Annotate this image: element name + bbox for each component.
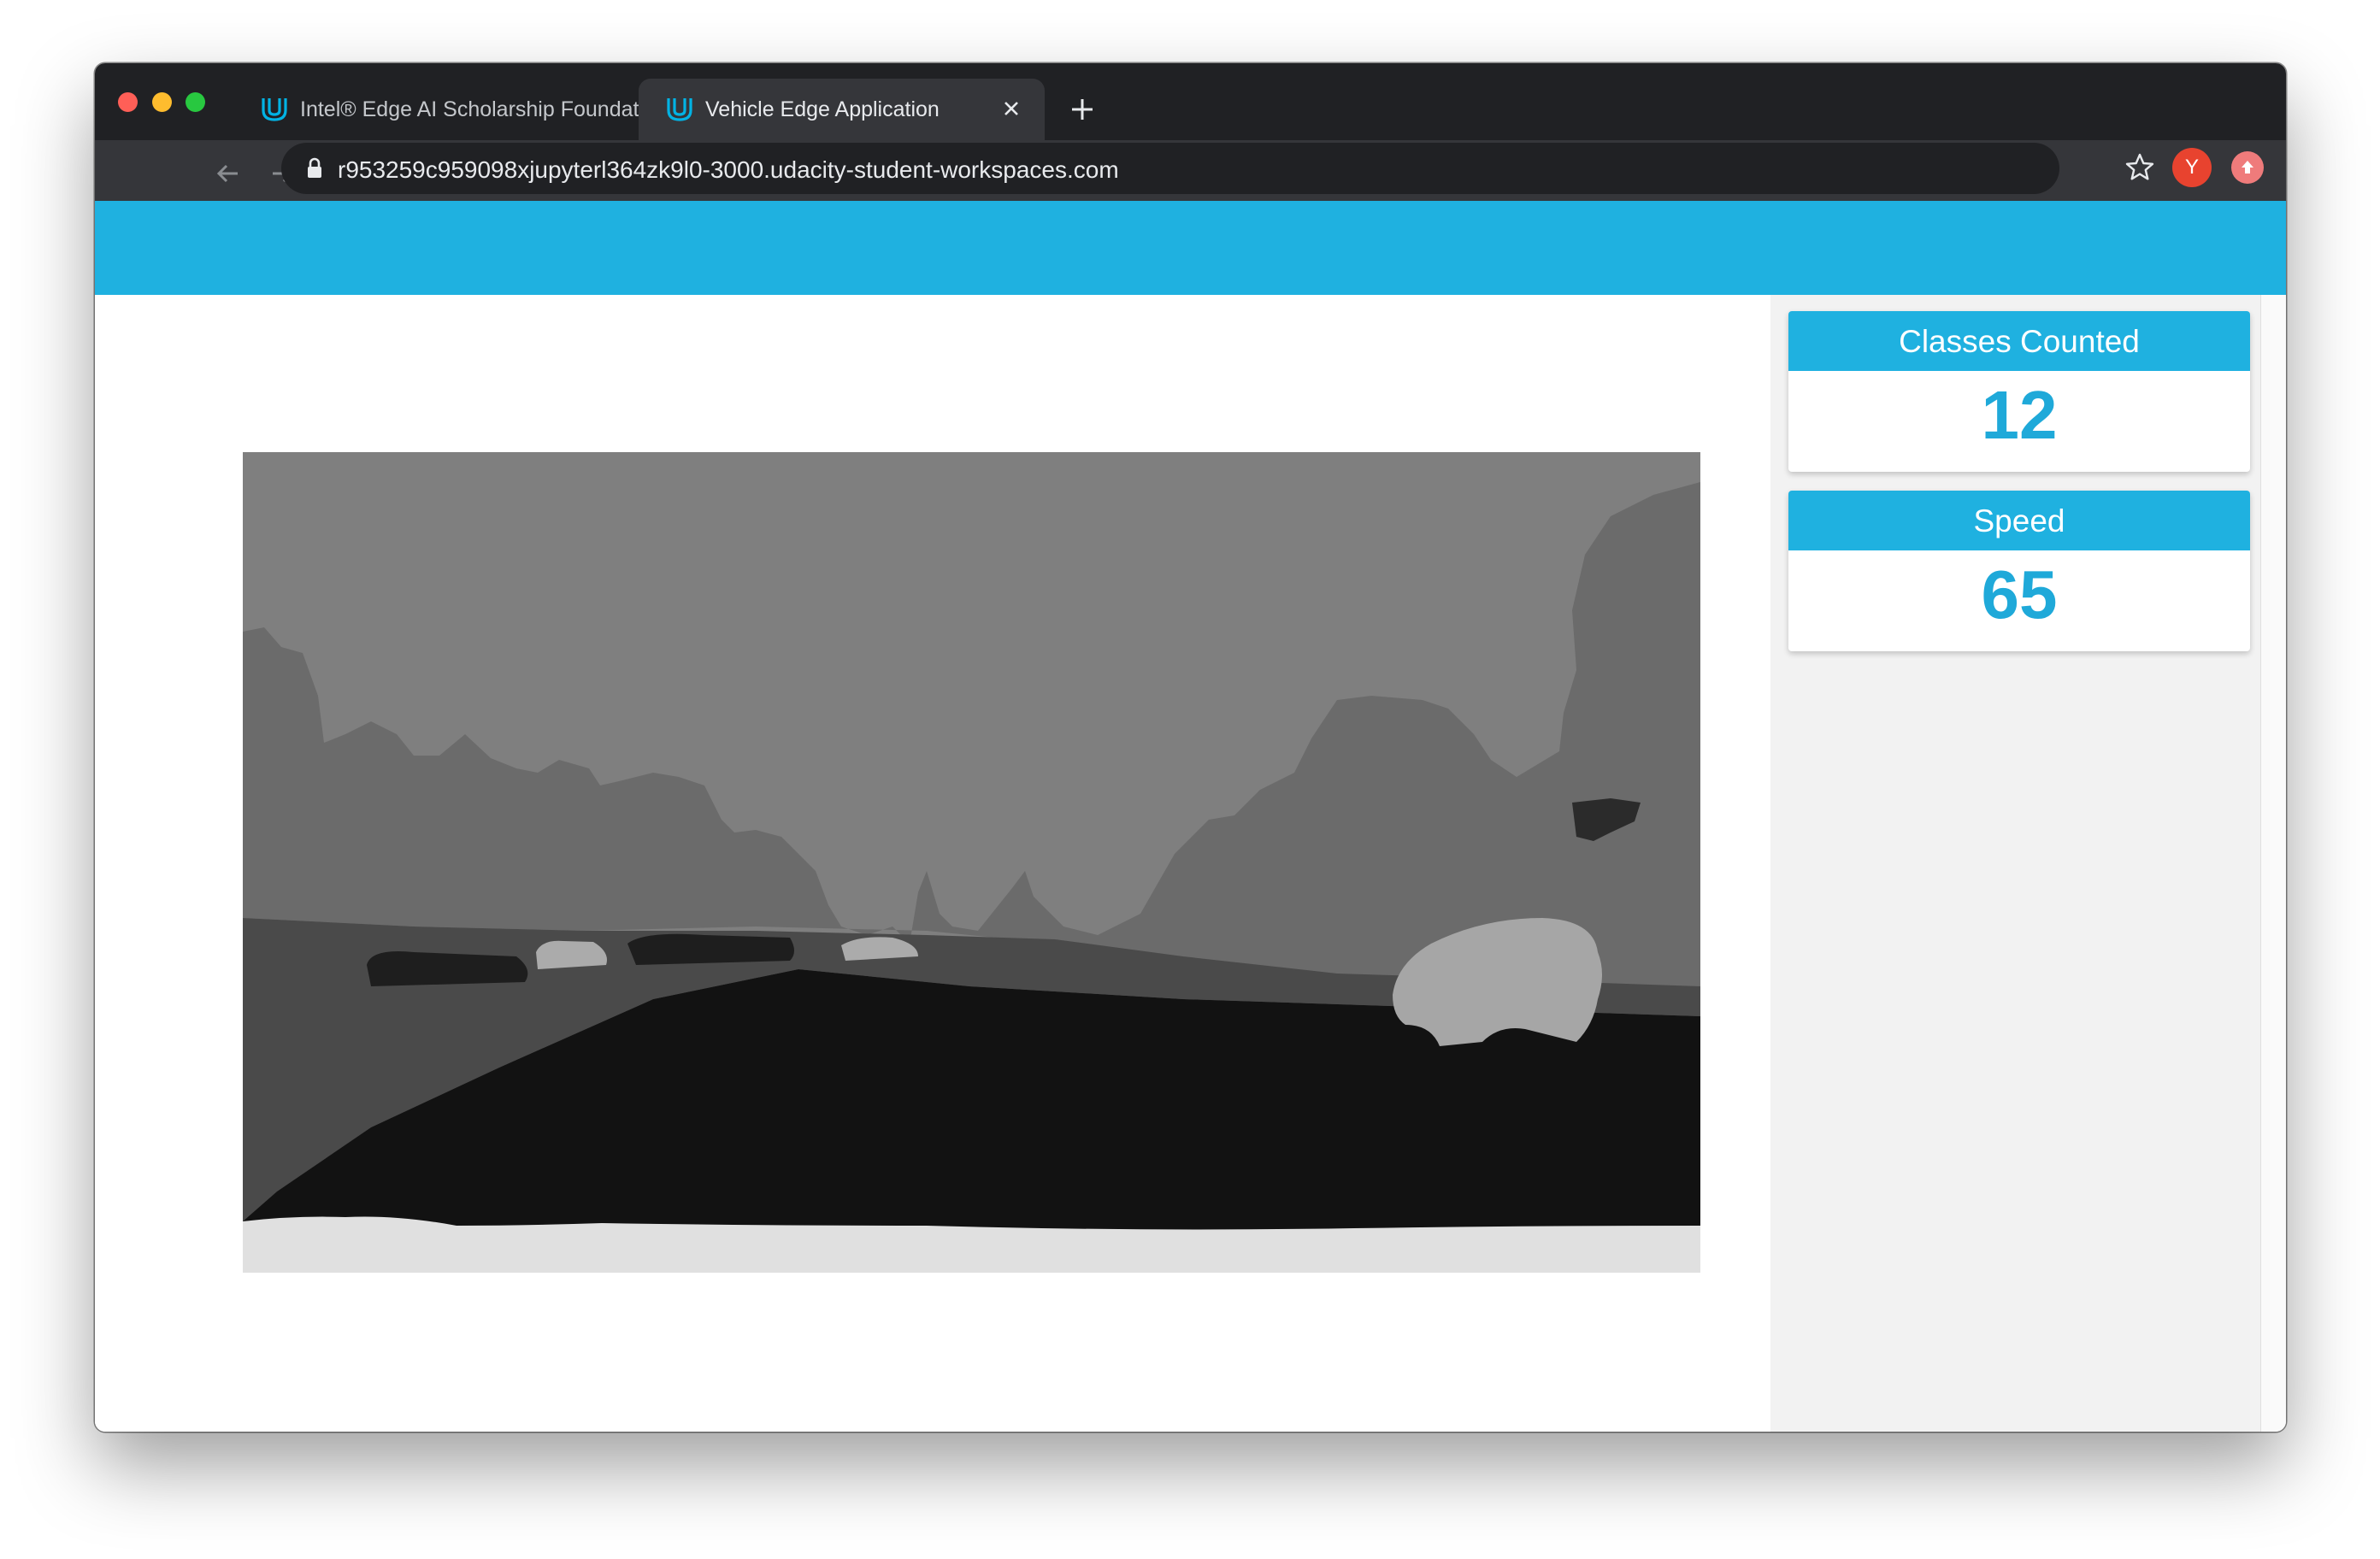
new-tab-plus-icon[interactable]: [1065, 92, 1099, 126]
tab-vehicle-edge-application[interactable]: Vehicle Edge Application: [639, 79, 1045, 140]
udacity-logo-icon: [664, 93, 695, 124]
extension-icon[interactable]: [2231, 151, 2264, 184]
tab-title: Intel® Edge AI Scholarship Foundation: [300, 97, 664, 121]
address-bar[interactable]: r953259c959098xjupyterl364zk9l0-3000.uda…: [281, 143, 2059, 194]
page-scrollbar[interactable]: [2260, 295, 2286, 1432]
udacity-logo-icon: [259, 93, 290, 124]
card-label: Speed: [1788, 491, 2250, 550]
close-icon[interactable]: [999, 96, 1024, 121]
bookmark-star-icon[interactable]: [2123, 150, 2157, 185]
tab-strip: Intel® Edge AI Scholarship Foundation Ve…: [95, 63, 2286, 140]
speed-value: 65: [1981, 556, 2058, 632]
app-header-bar: [95, 201, 2286, 295]
close-window-button[interactable]: [118, 92, 138, 112]
classes-counted-value: 12: [1981, 377, 2058, 453]
tab-title: Vehicle Edge Application: [705, 97, 940, 121]
lock-icon[interactable]: [305, 156, 324, 180]
url-text: r953259c959098xjupyterl364zk9l0-3000.uda…: [338, 156, 1119, 183]
segmentation-frame-image: [243, 452, 1700, 1273]
classes-counted-card: Classes Counted 12: [1788, 311, 2250, 472]
minimize-window-button[interactable]: [152, 92, 172, 112]
speed-card: Speed 65: [1788, 491, 2250, 651]
profile-avatar[interactable]: Y: [2172, 148, 2212, 187]
zoom-window-button[interactable]: [186, 92, 205, 112]
back-arrow-icon[interactable]: [211, 156, 245, 191]
browser-window: Intel® Edge AI Scholarship Foundation Ve…: [95, 63, 2286, 1432]
card-label: Classes Counted: [1788, 311, 2250, 371]
